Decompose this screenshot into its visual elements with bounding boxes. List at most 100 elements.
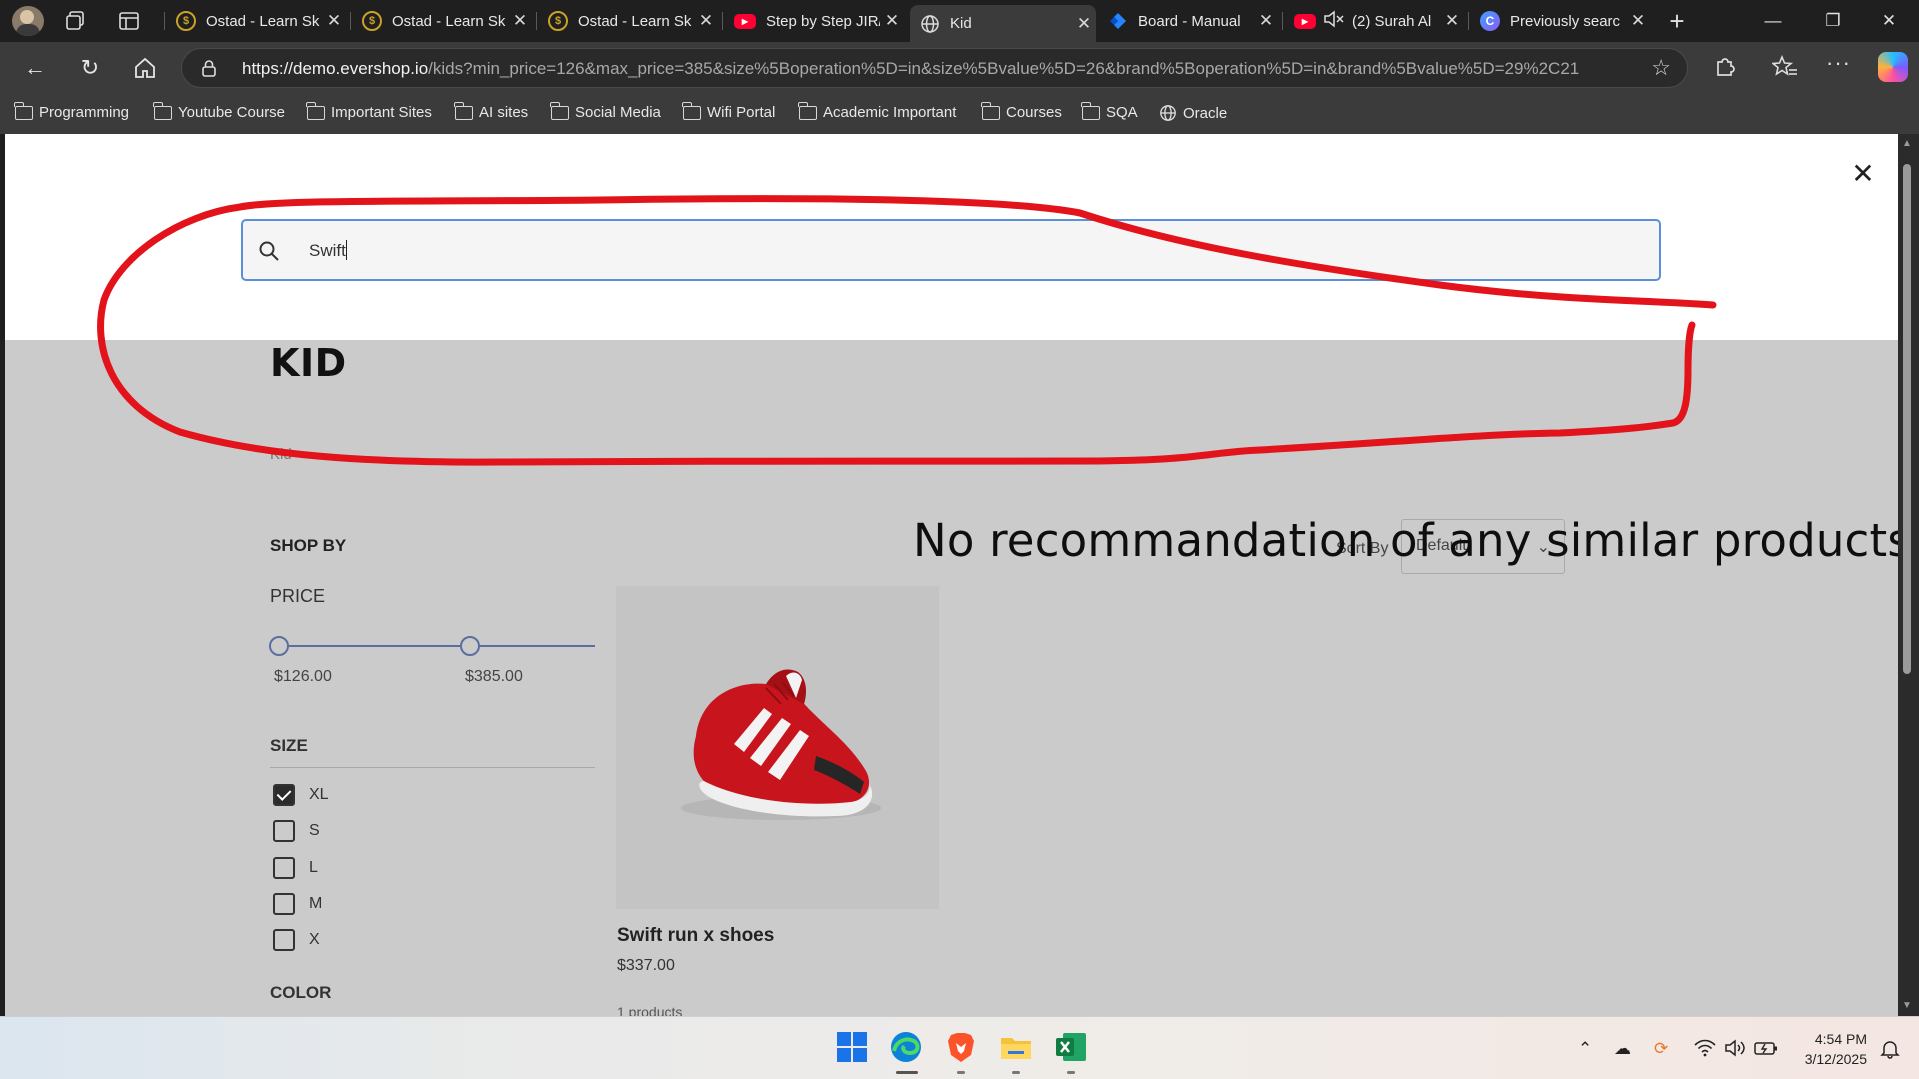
globe-icon <box>920 14 940 34</box>
tab-label: Step by Step JIR/ <box>766 12 880 30</box>
size-option-x[interactable]: X <box>273 929 320 951</box>
tab-board-manual[interactable]: Board - Manual ✕ <box>1098 5 1278 37</box>
size-option-l[interactable]: L <box>273 857 318 879</box>
tab-close-icon[interactable]: ✕ <box>1626 11 1650 31</box>
checkbox[interactable] <box>273 857 295 879</box>
windows-start-icon[interactable] <box>834 1029 870 1065</box>
onedrive-offline-icon[interactable]: ☁ <box>1614 1039 1631 1059</box>
wifi-icon[interactable] <box>1694 1039 1716 1062</box>
copilot-icon: C <box>1480 11 1500 31</box>
new-tab-icon[interactable]: + <box>1662 6 1692 36</box>
price-slider-track[interactable] <box>280 645 595 647</box>
tab-separator <box>350 12 351 30</box>
checkbox[interactable] <box>273 893 295 915</box>
bookmark-courses[interactable]: Courses <box>981 101 1062 121</box>
brave-browser-icon[interactable] <box>943 1029 979 1065</box>
edge-browser-icon[interactable] <box>888 1029 924 1065</box>
tab-jira-youtube[interactable]: ▶ Step by Step JIR/ ✕ <box>724 5 904 37</box>
profile-avatar[interactable] <box>12 6 44 36</box>
more-menu-icon[interactable]: ··· <box>1826 50 1851 76</box>
bookmark-oracle[interactable]: Oracle <box>1159 104 1227 122</box>
scrollbar-thumb[interactable] <box>1903 164 1911 674</box>
show-hidden-icons-chevron-icon[interactable]: ⌃ <box>1578 1039 1592 1059</box>
tab-close-icon[interactable]: ✕ <box>508 11 532 31</box>
extensions-icon[interactable] <box>1712 54 1738 80</box>
notifications-icon[interactable] <box>1880 1039 1900 1064</box>
bookmark-social-media[interactable]: Social Media <box>550 101 661 121</box>
product-name[interactable]: Swift run x shoes <box>617 925 774 947</box>
product-image[interactable] <box>616 586 939 909</box>
tab-ostad-1[interactable]: $ Ostad - Learn Sk ✕ <box>166 5 346 37</box>
restore-icon[interactable]: ❐ <box>1810 6 1856 36</box>
bookmark-programming[interactable]: Programming <box>14 101 129 121</box>
bookmark-important-sites[interactable]: Important Sites <box>306 101 432 121</box>
home-icon[interactable] <box>128 51 162 85</box>
tab-separator <box>164 12 165 30</box>
browser-toolbar: ← ↻ https://demo.evershop.io/kids?min_pr… <box>0 42 1919 94</box>
tab-close-icon[interactable]: ✕ <box>694 11 718 31</box>
vertical-tabs-icon[interactable] <box>118 10 140 32</box>
bookmark-sqa[interactable]: SQA <box>1081 101 1138 121</box>
clock-time[interactable]: 4:54 PM <box>1815 1031 1867 1047</box>
checkbox-checked[interactable] <box>273 784 295 806</box>
scroll-down-icon[interactable]: ▼ <box>1902 1000 1912 1011</box>
tab-kid[interactable]: Kid ✕ <box>910 5 1096 42</box>
bookmark-youtube-course[interactable]: Youtube Course <box>153 101 285 121</box>
price-max-label: $385.00 <box>465 668 523 685</box>
lock-icon[interactable] <box>200 59 218 77</box>
size-option-m[interactable]: M <box>273 893 322 915</box>
tab-ostad-3[interactable]: $ Ostad - Learn Sk ✕ <box>538 5 718 37</box>
minimize-icon[interactable]: — <box>1750 6 1796 36</box>
tab-copilot[interactable]: C Previously searc ✕ <box>1470 5 1650 37</box>
copilot-sidebar-icon[interactable] <box>1878 52 1908 82</box>
tab-close-icon[interactable]: ✕ <box>880 11 904 31</box>
clock-date[interactable]: 3/12/2025 <box>1805 1051 1867 1067</box>
battery-icon[interactable] <box>1754 1039 1778 1062</box>
muted-speaker-icon[interactable] <box>1322 9 1344 33</box>
breadcrumb[interactable]: Kid <box>270 446 292 463</box>
page-scrollbar[interactable]: ▲ ▼ <box>1898 134 1919 1016</box>
close-search-icon[interactable]: ✕ <box>1848 159 1878 189</box>
size-label: L <box>309 859 318 876</box>
checkbox[interactable] <box>273 929 295 951</box>
app-indicator <box>1067 1071 1075 1074</box>
tab-ostad-2[interactable]: $ Ostad - Learn Sk ✕ <box>352 5 532 37</box>
file-explorer-icon[interactable] <box>998 1029 1034 1065</box>
page-title: KID <box>270 341 347 385</box>
back-arrow-icon[interactable]: ← <box>18 51 52 85</box>
divider <box>270 767 595 768</box>
tab-label: Ostad - Learn Sk <box>392 12 506 30</box>
url-host: https://demo.evershop.io <box>242 59 429 78</box>
workspaces-icon[interactable] <box>64 10 86 32</box>
tab-surah[interactable]: ▶ (2) Surah Al ✕ <box>1284 5 1464 37</box>
bookmark-ai-sites[interactable]: AI sites <box>454 101 528 121</box>
tab-close-icon[interactable]: ✕ <box>1072 14 1096 34</box>
volume-icon[interactable] <box>1724 1039 1746 1062</box>
folder-icon <box>1081 101 1100 120</box>
search-input[interactable]: Swift <box>241 219 1661 281</box>
checkbox[interactable] <box>273 820 295 842</box>
address-bar[interactable]: https://demo.evershop.io/kids?min_price=… <box>181 48 1688 88</box>
bookmark-academic-important[interactable]: Academic Important <box>798 101 956 121</box>
size-heading: SIZE <box>270 736 308 755</box>
favorite-star-icon[interactable]: ☆ <box>1651 55 1671 81</box>
url-text[interactable]: https://demo.evershop.io/kids?min_price=… <box>242 59 1642 79</box>
tab-close-icon[interactable]: ✕ <box>1440 11 1464 31</box>
sync-icon[interactable]: ⟳ <box>1654 1039 1668 1059</box>
size-option-s[interactable]: S <box>273 820 320 842</box>
close-window-icon[interactable]: ✕ <box>1866 6 1912 36</box>
bookmark-wifi-portal[interactable]: Wifi Portal <box>682 101 775 121</box>
refresh-icon[interactable]: ↻ <box>73 51 107 85</box>
tab-close-icon[interactable]: ✕ <box>322 11 346 31</box>
ostad-favicon-icon: $ <box>176 11 196 31</box>
bookmarks-bar: Programming Youtube Course Important Sit… <box>0 94 1919 134</box>
price-slider-max-handle[interactable] <box>460 636 480 656</box>
scroll-up-icon[interactable]: ▲ <box>1902 138 1912 149</box>
tab-close-icon[interactable]: ✕ <box>1254 11 1278 31</box>
excel-icon[interactable] <box>1053 1029 1089 1065</box>
bookmark-label: Courses <box>1006 104 1062 121</box>
price-slider-min-handle[interactable] <box>269 636 289 656</box>
favorites-collection-icon[interactable] <box>1770 54 1798 80</box>
size-label: S <box>309 822 320 839</box>
size-option-xl[interactable]: XL <box>273 784 329 806</box>
